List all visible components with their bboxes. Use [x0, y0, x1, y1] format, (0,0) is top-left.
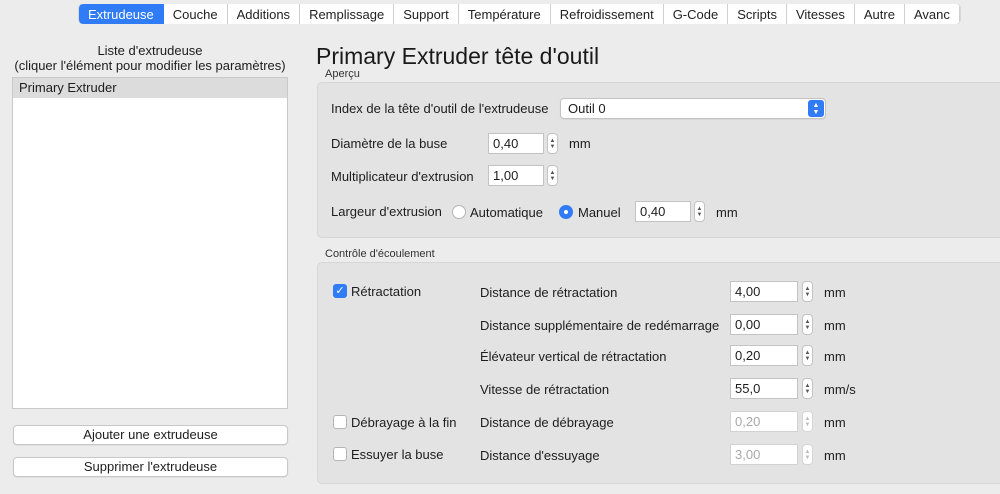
extruder-list-title-line2: (cliquer l'élément pour modifier les par… [14, 58, 286, 73]
extrusion-multiplier-field[interactable]: 1,00 [488, 165, 544, 186]
page-title: Primary Extruder tête d'outil [316, 43, 600, 69]
width-auto-radio[interactable] [452, 205, 466, 219]
retraction-distance-stepper[interactable]: ▲ ▼ [802, 281, 813, 302]
wipe-distance-stepper[interactable]: ▲ ▼ [802, 444, 813, 465]
extra-restart-field[interactable]: 0,00 [730, 314, 798, 335]
width-manual-radio[interactable] [559, 205, 573, 219]
extrusion-width-label: Largeur d'extrusion [331, 204, 442, 219]
extra-restart-unit: mm [824, 318, 846, 333]
tab-bar: Extrudeuse Couche Additions Remplissage … [0, 4, 1000, 24]
tab-strip: Extrudeuse Couche Additions Remplissage … [79, 4, 960, 24]
nozzle-diameter-stepper[interactable]: ▲ ▼ [547, 133, 558, 154]
tab-refroidissement[interactable]: Refroidissement [550, 4, 664, 24]
retraction-speed-stepper[interactable]: ▲ ▼ [802, 378, 813, 399]
retraction-lift-label: Élévateur vertical de rétractation [480, 349, 667, 364]
coast-distance-unit: mm [824, 415, 846, 430]
wipe-label: Essuyer la buse [351, 447, 444, 462]
coast-distance-field[interactable]: 0,20 [730, 411, 798, 432]
wipe-distance-field[interactable]: 3,00 [730, 444, 798, 465]
tab-vitesses[interactable]: Vitesses [786, 4, 855, 24]
retraction-speed-label: Vitesse de rétractation [480, 382, 610, 397]
retraction-speed-unit: mm/s [824, 382, 856, 397]
coast-checkbox[interactable] [333, 415, 347, 429]
extruder-list-title: Liste d'extrudeuse (cliquer l'élément po… [0, 43, 300, 73]
retraction-distance-unit: mm [824, 285, 846, 300]
retraction-distance-label: Distance de rétractation [480, 285, 618, 300]
extruder-list[interactable]: Primary Extruder [12, 77, 288, 409]
list-item[interactable]: Primary Extruder [13, 78, 287, 98]
extrusion-multiplier-label: Multiplicateur d'extrusion [331, 169, 474, 184]
tab-couche[interactable]: Couche [163, 4, 228, 24]
tool-index-label: Index de la tête d'outil de l'extrudeuse [331, 101, 549, 116]
retraction-label: Rétractation [351, 284, 422, 299]
nozzle-diameter-field[interactable]: 0,40 [488, 133, 544, 154]
overview-group-label: Aperçu [325, 68, 360, 80]
checkmark-icon: ✓ [335, 285, 345, 297]
extra-restart-label: Distance supplémentaire de redémarrage [480, 318, 720, 333]
tab-autre[interactable]: Autre [854, 4, 905, 24]
tab-gcode[interactable]: G-Code [663, 4, 729, 24]
coast-label: Débrayage à la fin [351, 415, 457, 430]
tool-index-select[interactable]: Outil 0 ▲ ▼ [560, 98, 826, 119]
extrusion-width-stepper[interactable]: ▲ ▼ [694, 201, 705, 222]
retraction-lift-unit: mm [824, 349, 846, 364]
retraction-lift-field[interactable]: 0,20 [730, 345, 798, 366]
tab-additions[interactable]: Additions [227, 4, 301, 24]
width-auto-label: Automatique [470, 205, 543, 220]
width-manual-label: Manuel [578, 205, 621, 220]
extruder-list-title-line1: Liste d'extrudeuse [97, 43, 203, 58]
wipe-checkbox[interactable] [333, 447, 347, 461]
tab-temperature[interactable]: Température [458, 4, 551, 24]
wipe-distance-label: Distance d'essuyage [480, 448, 600, 463]
extra-restart-stepper[interactable]: ▲ ▼ [802, 314, 813, 335]
chevron-up-down-icon: ▲ ▼ [808, 100, 824, 117]
tab-support[interactable]: Support [394, 4, 459, 24]
extrusion-width-unit: mm [716, 205, 738, 220]
tab-avance[interactable]: Avanc [904, 4, 960, 24]
tool-index-value: Outil 0 [568, 101, 606, 116]
retraction-lift-stepper[interactable]: ▲ ▼ [802, 345, 813, 366]
nozzle-diameter-unit: mm [569, 136, 591, 151]
retraction-speed-field[interactable]: 55,0 [730, 378, 798, 399]
tab-extrudeuse[interactable]: Extrudeuse [79, 4, 164, 24]
tab-remplissage[interactable]: Remplissage [300, 4, 395, 24]
tab-scripts[interactable]: Scripts [728, 4, 787, 24]
extrusion-multiplier-stepper[interactable]: ▲ ▼ [547, 165, 558, 186]
coast-distance-stepper[interactable]: ▲ ▼ [802, 411, 813, 432]
coast-distance-label: Distance de débrayage [480, 415, 614, 430]
remove-extruder-button[interactable]: Supprimer l'extrudeuse [13, 457, 288, 477]
add-extruder-button[interactable]: Ajouter une extrudeuse [13, 425, 288, 445]
extrusion-width-field[interactable]: 0,40 [635, 201, 691, 222]
flow-control-group-label: Contrôle d'écoulement [325, 248, 435, 260]
retraction-checkbox[interactable]: ✓ [333, 284, 347, 298]
wipe-distance-unit: mm [824, 448, 846, 463]
nozzle-diameter-label: Diamètre de la buse [331, 136, 448, 151]
retraction-distance-field[interactable]: 4,00 [730, 281, 798, 302]
